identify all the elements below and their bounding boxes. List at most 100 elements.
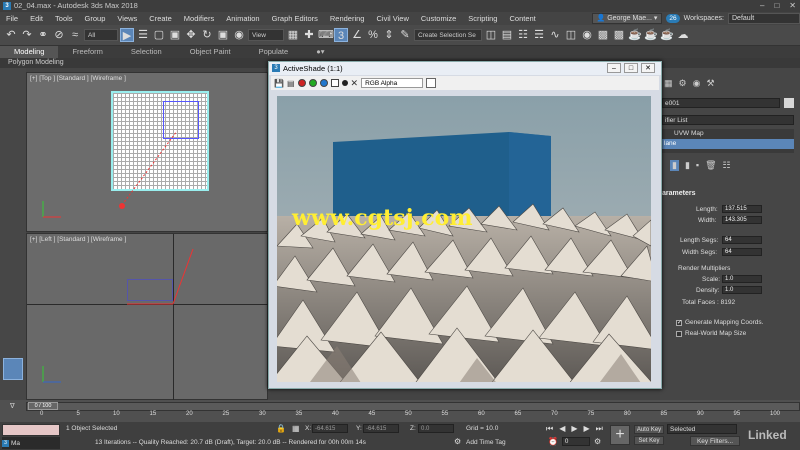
unlink-icon[interactable]: ⊘ — [52, 28, 66, 42]
modifier-list-dropdown[interactable]: ifier List — [662, 115, 794, 125]
workspace-dropdown[interactable]: Default — [728, 13, 800, 24]
length-segs-field[interactable]: 64 — [722, 236, 762, 244]
parameters-rollout-title[interactable]: arameters — [662, 190, 695, 197]
show-end-result-icon[interactable]: ▮ — [685, 160, 690, 171]
menu-tools[interactable]: Tools — [49, 12, 79, 25]
menu-graph-editors[interactable]: Graph Editors — [266, 12, 324, 25]
tab-selection[interactable]: Selection — [117, 46, 176, 58]
reference-coordinate-dropdown[interactable]: View — [248, 29, 284, 41]
pivot-icon[interactable]: ▦ — [286, 28, 300, 42]
object-color-swatch[interactable] — [784, 98, 794, 108]
modify-tab-icon[interactable]: ▦ — [664, 78, 673, 89]
length-field[interactable]: 137.515 — [722, 205, 762, 213]
stack-item-plane[interactable]: lane — [662, 139, 794, 149]
percent-snap-icon[interactable]: % — [366, 28, 380, 42]
menu-content[interactable]: Content — [503, 12, 541, 25]
render-cloud-icon[interactable]: ☁ — [676, 28, 690, 42]
copy-image-icon[interactable]: ▤ — [287, 79, 295, 88]
generate-mapping-checkbox[interactable]: ✓ — [676, 319, 682, 326]
menu-edit[interactable]: Edit — [24, 12, 49, 25]
curve-editor-icon[interactable]: ∿ — [548, 28, 562, 42]
render-iterative-icon[interactable]: ☕ — [644, 28, 658, 42]
tab-object-paint[interactable]: Object Paint — [176, 46, 245, 58]
maxscript-mini-listener[interactable]: 3 Ma — [2, 437, 60, 449]
bind-space-warp-icon[interactable]: ≈ — [68, 28, 82, 42]
viewport-layout-tab[interactable] — [3, 358, 23, 380]
top-viewport[interactable]: [+] [Top ] [Standard ] [Wireframe ] — [26, 72, 268, 232]
menu-create[interactable]: Create — [143, 12, 178, 25]
x-coordinate-field[interactable]: -64.615 — [312, 424, 348, 433]
pin-stack-icon[interactable]: ▮ — [670, 160, 679, 171]
auto-key-button[interactable]: Auto Key — [634, 425, 664, 434]
tab-populate[interactable]: Populate — [245, 46, 303, 58]
close-icon[interactable]: ✕ — [789, 0, 796, 12]
green-channel-toggle[interactable] — [308, 79, 317, 87]
selection-filter-dropdown[interactable]: All — [84, 29, 118, 41]
save-image-icon[interactable]: 💾 — [274, 79, 284, 88]
alpha-channel-toggle[interactable] — [330, 79, 339, 87]
select-manipulate-icon[interactable]: ✚ — [302, 28, 316, 42]
frame-ruler[interactable]: 0 5 10 15 20 25 30 35 40 45 50 55 60 65 70 75 80 85 90 95 10… — [40, 411, 780, 422]
play-icon[interactable]: ▶ — [571, 424, 577, 434]
menu-rendering[interactable]: Rendering — [324, 12, 371, 25]
tab-modeling[interactable]: Modeling — [0, 46, 59, 58]
rendered-frame-window-icon[interactable]: ▩ — [612, 28, 626, 42]
open-mini-curve-editor-icon[interactable]: ∇ — [10, 402, 15, 410]
notifications-badge[interactable]: 26 — [666, 14, 680, 23]
time-slider[interactable]: 0 / 100 — [28, 402, 58, 410]
z-coordinate-field[interactable]: 0.0 — [418, 424, 454, 433]
select-object-icon[interactable]: ▶ — [120, 28, 134, 42]
key-filters-button[interactable]: Key Filters... — [690, 436, 740, 446]
red-channel-toggle[interactable] — [297, 79, 306, 87]
absolute-mode-icon[interactable]: ▦ — [292, 424, 300, 433]
move-icon[interactable]: ✥ — [184, 28, 198, 42]
real-world-map-checkbox[interactable] — [676, 330, 682, 337]
selected-set-dropdown[interactable]: Selected — [667, 424, 737, 434]
time-tag-icon[interactable]: ⚙ — [454, 437, 461, 446]
mirror-icon[interactable]: ◫ — [484, 28, 498, 42]
activeshade-close-icon[interactable]: ✕ — [641, 63, 655, 73]
previous-frame-icon[interactable]: ◀ — [559, 424, 565, 434]
toggle-scene-explorer-icon[interactable]: ☴ — [532, 28, 546, 42]
set-key-button[interactable]: Set Key — [634, 436, 664, 445]
edit-named-selection-icon[interactable]: ✎ — [398, 28, 412, 42]
left-viewport[interactable]: [+] [Left ] [Standard ] [Wireframe ] — [26, 233, 269, 401]
rotate-icon[interactable]: ↻ — [200, 28, 214, 42]
keyboard-shortcut-icon[interactable]: ⌨ — [318, 28, 334, 42]
motion-tab-icon[interactable]: ◉ — [693, 78, 701, 89]
angle-snap-icon[interactable]: ∠ — [350, 28, 364, 42]
undo-icon[interactable]: ↶ — [4, 28, 18, 42]
ribbon-options-icon[interactable]: ●▾ — [302, 46, 338, 58]
maxscript-listener[interactable] — [2, 424, 60, 436]
render-activeshade-icon[interactable]: ☕ — [660, 28, 674, 42]
background-swatch[interactable] — [426, 78, 437, 88]
render-setup-icon[interactable]: ▩ — [596, 28, 610, 42]
link-icon[interactable]: ⚭ — [36, 28, 50, 42]
time-configuration-icon[interactable]: ⚙ — [594, 437, 601, 446]
object-name-field[interactable]: e001 — [662, 98, 780, 108]
density-field[interactable]: 1.0 — [722, 286, 762, 294]
menu-scripting[interactable]: Scripting — [462, 12, 503, 25]
activeshade-maximize-icon[interactable]: □ — [624, 63, 638, 73]
render-production-icon[interactable]: ☕ — [628, 28, 642, 42]
clear-icon[interactable]: ✕ — [351, 78, 359, 89]
scale-field[interactable]: 1.0 — [722, 275, 762, 283]
key-mode-icon[interactable]: ⏰ — [548, 437, 558, 446]
add-time-tag[interactable]: Add Time Tag — [466, 439, 506, 446]
display-channel-dropdown[interactable]: RGB Alpha — [361, 78, 424, 88]
blue-channel-toggle[interactable] — [319, 79, 328, 87]
menu-animation[interactable]: Animation — [220, 12, 265, 25]
maximize-icon[interactable]: □ — [774, 0, 779, 12]
time-slider-bar[interactable] — [26, 402, 800, 411]
real-world-map-checkbox-row[interactable]: Real-World Map Size — [676, 330, 746, 337]
menu-views[interactable]: Views — [111, 12, 143, 25]
spinner-snap-icon[interactable]: ⇕ — [382, 28, 396, 42]
stack-item-uvw-map[interactable]: UVW Map — [662, 129, 794, 139]
activeshade-minimize-icon[interactable]: – — [607, 63, 621, 73]
configure-sets-icon[interactable]: ☷ — [723, 160, 731, 171]
menu-civil-view[interactable]: Civil View — [370, 12, 414, 25]
next-frame-icon[interactable]: ▶ — [584, 424, 590, 434]
tab-freeform[interactable]: Freeform — [58, 46, 116, 58]
current-frame-field[interactable]: 0 — [562, 437, 590, 446]
layer-explorer-icon[interactable]: ☷ — [516, 28, 530, 42]
